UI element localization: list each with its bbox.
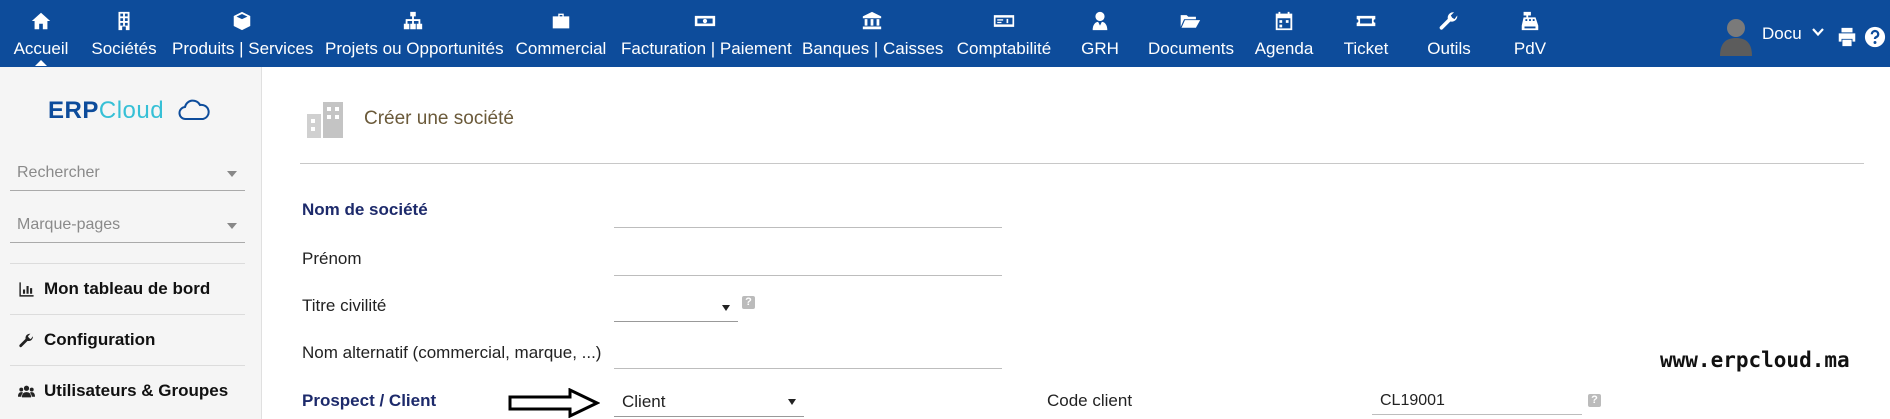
sidebar-item-label: Mon tableau de bord <box>44 279 211 298</box>
sidebar-item-configuration[interactable]: Configuration <box>10 314 245 365</box>
help-tooltip-icon[interactable]: ? <box>742 296 755 309</box>
caret-down-icon <box>722 305 730 311</box>
sidebar-search-select[interactable]: Rechercher <box>10 156 245 191</box>
civility-select[interactable] <box>614 293 738 322</box>
nav-label: Ticket <box>1343 39 1389 58</box>
watermark-text: www.erpcloud.ma <box>1660 348 1850 372</box>
nav-item-accueil[interactable]: Accueil <box>6 10 76 66</box>
firstname-label: Prénom <box>302 249 362 268</box>
client-code-label: Code client <box>1047 391 1133 410</box>
wrench-icon <box>1422 10 1476 34</box>
logo-text-cloud: Cloud <box>98 97 165 124</box>
company-name-input[interactable] <box>614 199 1002 228</box>
nav-item-outils[interactable]: Outils <box>1422 10 1476 62</box>
cloud-icon <box>178 99 210 120</box>
sidebar-item-users-groups[interactable]: Utilisateurs & Groupes <box>10 365 245 416</box>
nav-label: Commercial <box>515 39 607 58</box>
top-navigation-bar: Accueil Sociétés Produits | Services Pro… <box>0 0 1890 67</box>
nav-label: Produits | Services <box>172 39 314 58</box>
nav-item-societes[interactable]: Sociétés <box>86 10 162 62</box>
wrench-icon <box>19 333 33 348</box>
firstname-input[interactable] <box>614 247 1002 276</box>
print-icon[interactable] <box>1836 26 1858 48</box>
money-check-icon <box>956 10 1052 34</box>
company-name-label: Nom de société <box>302 200 428 219</box>
nav-item-banques[interactable]: Banques | Caisses <box>802 10 944 62</box>
avatar <box>1720 19 1752 56</box>
calendar-icon <box>1253 10 1315 34</box>
alt-name-input[interactable] <box>614 340 1002 369</box>
nav-label: Facturation | Paiement <box>621 39 792 58</box>
user-name: Docu <box>1762 24 1802 43</box>
nav-label: Outils <box>1427 39 1471 58</box>
caret-down-icon <box>227 171 237 177</box>
logo-text-erp: ERP <box>48 97 99 124</box>
users-icon <box>18 385 35 398</box>
bank-icon <box>802 10 942 34</box>
ticket-icon <box>1338 10 1394 34</box>
erpcloud-logo[interactable]: ERPCloud <box>48 97 210 125</box>
help-tooltip-icon[interactable]: ? <box>1588 394 1601 407</box>
chevron-down-icon <box>1812 28 1824 37</box>
nav-label: Agenda <box>1254 39 1314 58</box>
building-icon <box>86 10 162 34</box>
sidebar-item-dashboard[interactable]: Mon tableau de bord <box>10 263 245 314</box>
search-placeholder: Rechercher <box>17 164 100 181</box>
home-icon <box>6 10 76 34</box>
nav-item-ticket[interactable]: Ticket <box>1338 10 1394 62</box>
sidebar-bookmarks-select[interactable]: Marque-pages <box>10 208 245 243</box>
caret-down-icon <box>227 223 237 229</box>
sitemap-icon <box>325 10 501 34</box>
alt-name-label: Nom alternatif (commercial, marque, ...) <box>302 343 602 362</box>
nav-label: Comptabilité <box>956 39 1052 58</box>
briefcase-icon <box>514 10 608 34</box>
nav-item-agenda[interactable]: Agenda <box>1253 10 1315 62</box>
civility-label: Titre civilité <box>302 296 387 315</box>
help-icon[interactable] <box>1864 26 1886 48</box>
sidebar-item-label: Configuration <box>44 330 156 349</box>
nav-label: Banques | Caisses <box>802 39 944 58</box>
cube-icon <box>172 10 312 34</box>
nav-item-documents[interactable]: Documents <box>1148 10 1234 62</box>
client-code-value: CL19001 <box>1380 392 1445 409</box>
nav-item-pdv[interactable]: PdV <box>1508 10 1552 62</box>
prospect-client-label: Prospect / Client <box>302 391 437 410</box>
nav-label: Documents <box>1148 39 1234 58</box>
bookmarks-placeholder: Marque-pages <box>17 216 121 233</box>
chart-bar-icon <box>19 282 34 297</box>
nav-label: Projets ou Opportunités <box>325 39 504 58</box>
nav-item-grh[interactable]: GRH <box>1074 10 1126 62</box>
nav-label: Sociétés <box>91 39 157 58</box>
folder-open-icon <box>1148 10 1232 34</box>
user-tie-icon <box>1074 10 1126 34</box>
prospect-client-select[interactable]: Client <box>614 387 804 417</box>
caret-down-icon <box>788 399 796 405</box>
nav-item-facturation[interactable]: Facturation | Paiement <box>621 10 792 62</box>
prospect-client-value: Client <box>622 392 666 411</box>
nav-label: GRH <box>1081 39 1119 58</box>
nav-item-projets[interactable]: Projets ou Opportunités <box>325 10 504 62</box>
building-icon <box>307 102 343 138</box>
cash-register-icon <box>1508 10 1552 34</box>
arrow-right-icon <box>508 388 600 418</box>
nav-label: PdV <box>1513 39 1547 58</box>
sidebar-item-label: Utilisateurs & Groupes <box>44 381 229 400</box>
nav-item-commercial[interactable]: Commercial <box>514 10 608 62</box>
nav-label: Accueil <box>13 39 69 58</box>
divider <box>300 163 1864 164</box>
page-title: Créer une société <box>364 108 514 129</box>
sidebar: ERPCloud Rechercher Marque-pages Mon tab… <box>0 67 262 419</box>
money-bill-icon <box>621 10 789 34</box>
nav-item-comptabilite[interactable]: Comptabilité <box>956 10 1052 62</box>
nav-item-produits-services[interactable]: Produits | Services <box>172 10 314 62</box>
